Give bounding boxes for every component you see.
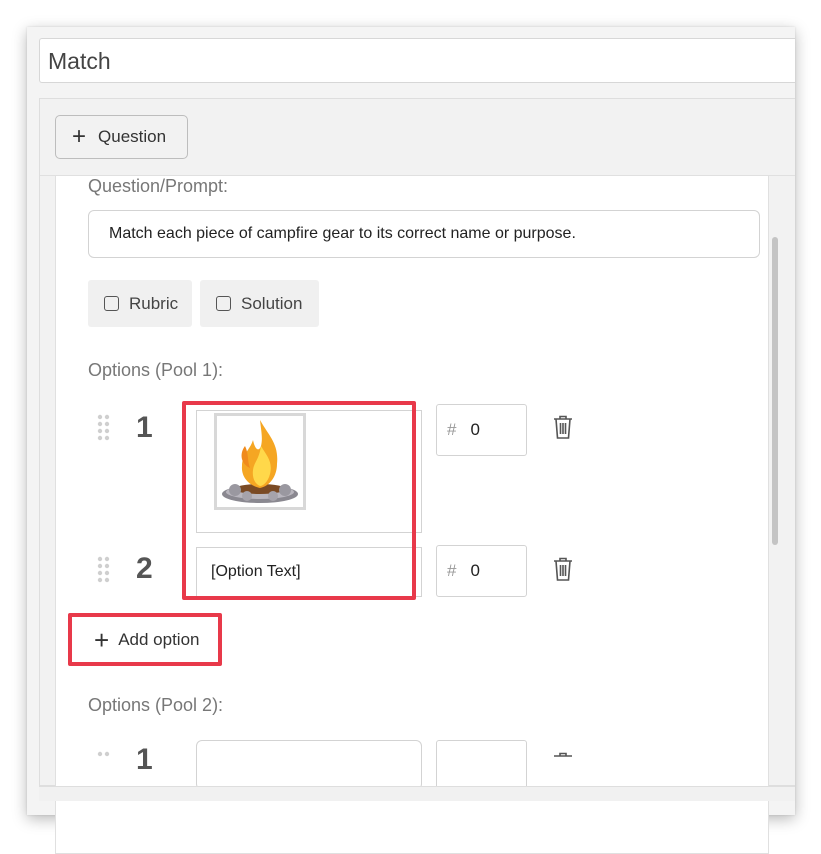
scrollbar[interactable] xyxy=(771,175,779,755)
score-input[interactable]: # 0 xyxy=(436,404,527,456)
drag-handle-icon[interactable] xyxy=(96,751,112,783)
prompt-input[interactable]: Match each piece of campfire gear to its… xyxy=(88,210,760,258)
add-option-label: Add option xyxy=(118,630,200,649)
option-text-input[interactable] xyxy=(196,740,422,790)
toolbar: + Question xyxy=(40,99,795,176)
trash-icon[interactable] xyxy=(551,414,575,440)
campfire-image xyxy=(214,413,306,510)
title-input[interactable]: Match xyxy=(39,38,795,83)
solution-label: Solution xyxy=(241,293,303,313)
drag-handle-icon[interactable] xyxy=(96,556,112,588)
solution-checkbox[interactable] xyxy=(216,296,231,311)
pool1-label: Options (Pool 1): xyxy=(88,360,224,380)
prompt-label: Question/Prompt: xyxy=(88,176,229,196)
option-image-field[interactable] xyxy=(196,410,422,533)
trash-icon[interactable] xyxy=(551,751,575,777)
score-input[interactable]: # 0 xyxy=(436,545,527,597)
solution-toggle[interactable]: Solution xyxy=(200,280,319,327)
rubric-toggle[interactable]: Rubric xyxy=(88,280,192,327)
score-input[interactable] xyxy=(436,740,527,792)
editor-footer xyxy=(39,786,795,801)
plus-icon: + xyxy=(72,123,87,150)
scrollbar-thumb[interactable] xyxy=(772,237,778,545)
question-content: Question/Prompt: Match each piece of cam… xyxy=(55,176,769,854)
hash-icon: # xyxy=(447,561,457,580)
drag-handle-icon[interactable] xyxy=(96,414,112,446)
score-value: 0 xyxy=(470,561,480,580)
option-number: 1 xyxy=(136,743,153,776)
add-option-button[interactable]: + Add option xyxy=(94,627,199,653)
add-question-label: Question xyxy=(98,127,167,146)
trash-icon[interactable] xyxy=(551,556,575,582)
hash-icon: # xyxy=(447,420,457,439)
rubric-checkbox[interactable] xyxy=(104,296,119,311)
pool2-label: Options (Pool 2): xyxy=(88,695,224,715)
plus-icon: + xyxy=(94,625,110,655)
option-number: 1 xyxy=(136,411,153,444)
option-text-input[interactable]: [Option Text] xyxy=(196,547,422,597)
add-question-button[interactable]: + Question xyxy=(55,115,188,159)
rubric-label: Rubric xyxy=(129,293,179,313)
question-editor: + Question Question/Prompt: Match each p… xyxy=(39,98,795,854)
option-number: 2 xyxy=(136,552,153,585)
score-value: 0 xyxy=(470,420,480,439)
